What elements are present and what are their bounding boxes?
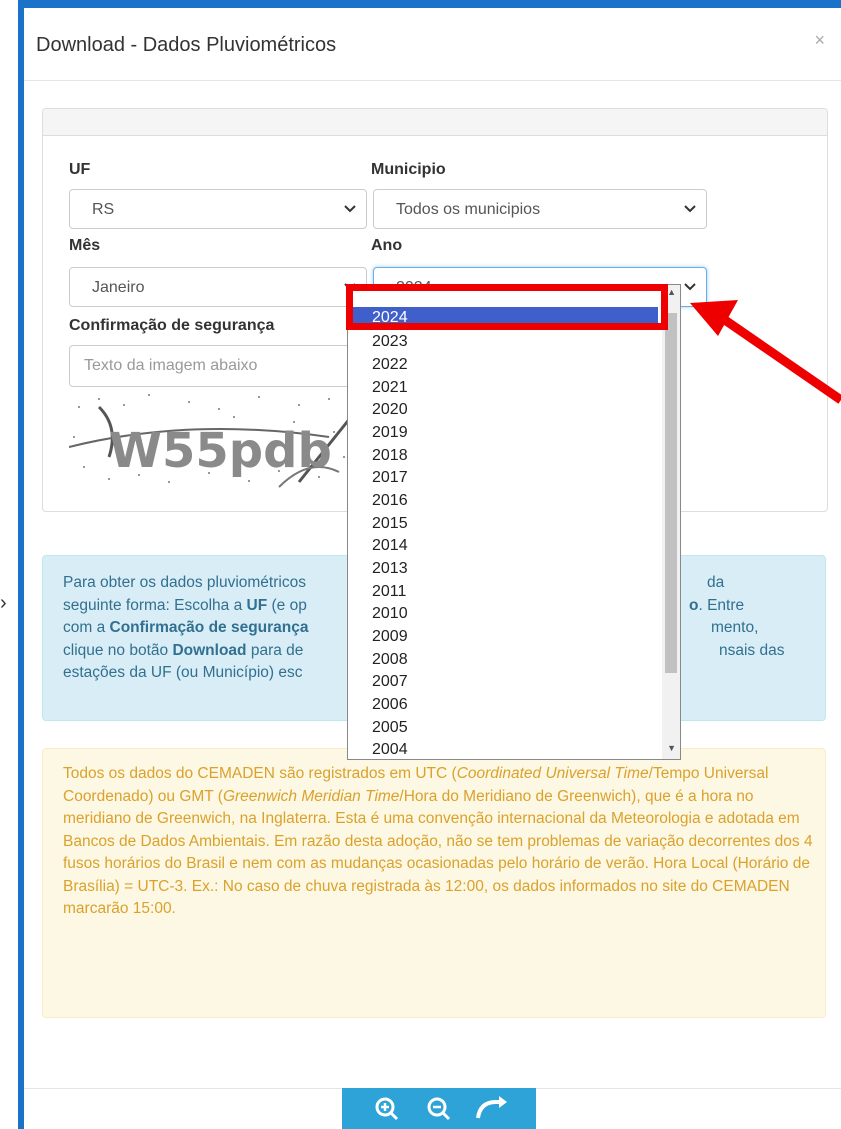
year-option[interactable]: 2004 xyxy=(348,739,658,759)
year-option-label: 2005 xyxy=(372,719,408,736)
year-option[interactable]: 2018 xyxy=(348,445,658,467)
scroll-down-icon[interactable]: ▼ xyxy=(667,743,676,753)
close-icon[interactable]: × xyxy=(814,30,825,51)
scrollbar-thumb[interactable] xyxy=(665,313,677,673)
year-option-label: 2021 xyxy=(372,379,408,396)
image-toolbar xyxy=(342,1088,536,1129)
chevron-down-icon xyxy=(684,198,696,223)
year-option[interactable]: 2007 xyxy=(348,671,658,693)
scroll-up-icon[interactable]: ▲ xyxy=(667,287,676,297)
captcha-label: Confirmação de segurança xyxy=(69,317,275,334)
year-option[interactable]: 2023 xyxy=(348,331,658,353)
year-option[interactable]: 2017 xyxy=(348,467,658,489)
year-option-label: 2014 xyxy=(372,537,408,554)
municipio-select[interactable]: Todos os municipios xyxy=(373,189,707,229)
year-option-label: 2016 xyxy=(372,492,408,509)
captcha-placeholder: Texto da imagem abaixo xyxy=(84,357,258,374)
year-option[interactable]: 2013 xyxy=(348,558,658,580)
year-option[interactable]: 2016 xyxy=(348,490,658,512)
year-option-label: 2009 xyxy=(372,628,408,645)
year-option-label: 2015 xyxy=(372,515,408,532)
uf-label: UF xyxy=(69,161,91,178)
year-option[interactable]: 2005 xyxy=(348,717,658,739)
rotate-icon[interactable] xyxy=(472,1094,512,1124)
year-option-label: 2006 xyxy=(372,696,408,713)
uf-value: RS xyxy=(92,201,115,218)
year-option[interactable]: 2021 xyxy=(348,377,658,399)
ano-label: Ano xyxy=(371,237,403,254)
year-option-label: 2013 xyxy=(372,560,408,577)
highlight-box xyxy=(346,284,668,330)
uf-select[interactable]: RS xyxy=(69,189,367,229)
chevron-down-icon xyxy=(684,276,696,301)
utc-notice-text: Todos os dados do CEMADEN são registrado… xyxy=(63,765,813,917)
year-option-label: 2018 xyxy=(372,447,408,464)
window-top-border xyxy=(18,0,841,8)
modal-header: Download - Dados Pluviométricos × xyxy=(24,8,841,81)
year-option[interactable]: 2015 xyxy=(348,513,658,535)
year-option[interactable]: 2011 xyxy=(348,581,658,603)
municipio-value: Todos os municipios xyxy=(396,201,541,218)
mes-value: Janeiro xyxy=(92,279,145,296)
year-option-label: 2019 xyxy=(372,424,408,441)
captcha-image: W55pdb xyxy=(68,387,369,491)
panel-heading xyxy=(43,109,827,136)
year-option[interactable]: 2019 xyxy=(348,422,658,444)
year-option-label: 2010 xyxy=(372,605,408,622)
year-option[interactable]: 2010 xyxy=(348,603,658,625)
captcha-input[interactable]: Texto da imagem abaixo xyxy=(69,345,367,387)
svg-text:W55pdb: W55pdb xyxy=(109,423,332,479)
year-option[interactable]: 2006 xyxy=(348,694,658,716)
zoom-out-icon[interactable] xyxy=(424,1094,454,1124)
year-option[interactable]: 2008 xyxy=(348,649,658,671)
year-option-label: 2011 xyxy=(372,583,407,600)
municipio-label: Municipio xyxy=(371,161,446,178)
zoom-in-icon[interactable] xyxy=(372,1094,402,1124)
mes-select[interactable]: Janeiro xyxy=(69,267,367,307)
side-arrow-icon: › xyxy=(0,592,7,614)
chevron-down-icon xyxy=(344,198,356,223)
dropdown-scrollbar[interactable]: ▲ ▼ xyxy=(662,285,680,759)
mes-label: Mês xyxy=(69,237,101,254)
year-option[interactable]: 2009 xyxy=(348,626,658,648)
year-option-label: 2017 xyxy=(372,469,408,486)
year-option[interactable]: 2014 xyxy=(348,535,658,557)
year-option-label: 2023 xyxy=(372,333,408,350)
utc-notice-box: Todos os dados do CEMADEN são registrado… xyxy=(42,748,826,1018)
year-option-label: 2008 xyxy=(372,651,408,668)
year-option-label: 2007 xyxy=(372,673,408,690)
modal-title: Download - Dados Pluviométricos xyxy=(36,34,337,56)
year-option-label: 2020 xyxy=(372,401,408,418)
year-option-label: 2022 xyxy=(372,356,408,373)
year-option[interactable]: 2020 xyxy=(348,399,658,421)
year-option[interactable]: 2022 xyxy=(348,354,658,376)
year-option-label: 2004 xyxy=(372,741,408,758)
year-dropdown-list[interactable]: 2024 2023 2022 2021 2020 2019 2018 2017 2016 2015… xyxy=(347,284,681,760)
